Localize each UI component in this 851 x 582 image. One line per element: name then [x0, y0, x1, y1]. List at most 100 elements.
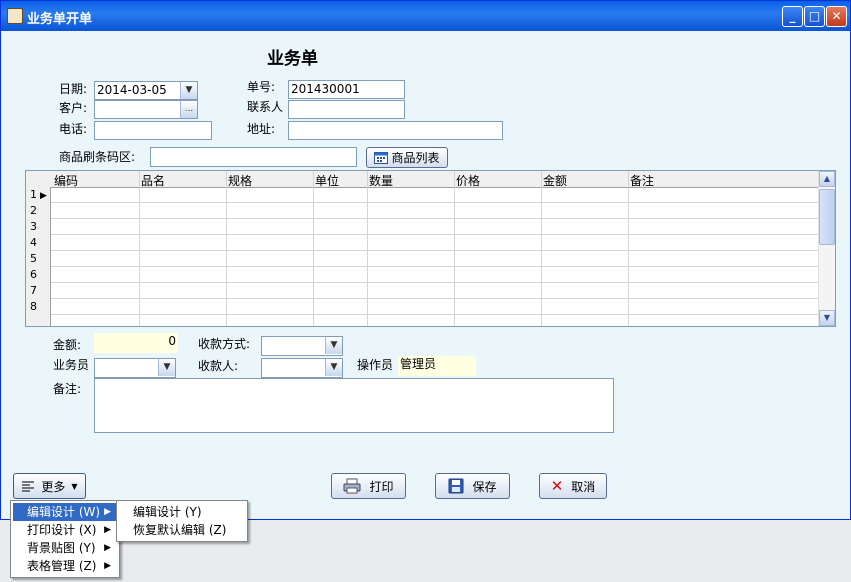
table-row[interactable]: 4: [26, 235, 821, 251]
chevron-down-icon[interactable]: ▼: [325, 337, 342, 354]
grid-scrollbar[interactable]: ▲ ▼: [818, 171, 835, 326]
chevron-down-icon[interactable]: ▼: [180, 82, 197, 99]
title-bar[interactable]: 业务单开单 _ □ ✕: [1, 1, 850, 31]
phone-label: 电话:: [59, 122, 88, 136]
calendar-icon: [374, 152, 389, 164]
chevron-down-icon[interactable]: ▼: [325, 359, 342, 376]
chevron-right-icon: ▶: [104, 561, 111, 571]
menu-item-print-design[interactable]: 打印设计 (X) ▶: [13, 521, 117, 539]
more-label: 更多: [41, 479, 66, 494]
note-label: 备注:: [53, 382, 82, 396]
cancel-button[interactable]: ✕ 取消: [539, 473, 607, 499]
menu-item-label: 背景贴图 (Y): [27, 541, 96, 555]
payee-label: 收款人:: [198, 359, 239, 373]
chevron-right-icon: ▶: [104, 543, 111, 553]
close-button[interactable]: ✕: [826, 6, 847, 27]
menu-item-background[interactable]: 背景贴图 (Y) ▶: [13, 539, 117, 557]
note-textarea[interactable]: [94, 378, 614, 433]
form-area: 业务单 日期: 2014-03-05 ▼ 单号: 201430001 客户: .…: [4, 31, 847, 518]
menu-item-label: 打印设计 (X): [27, 523, 97, 537]
table-row[interactable]: [26, 315, 821, 326]
operator-value: 管理员: [398, 356, 476, 376]
current-row-marker: ▶: [40, 191, 47, 201]
row-number: 7: [26, 283, 51, 299]
scroll-up-icon[interactable]: ▲: [819, 171, 835, 187]
submenu-item-restore-default[interactable]: 恢复默认编辑 (Z): [119, 521, 245, 539]
barcode-scan-input[interactable]: [150, 147, 357, 167]
chevron-right-icon: ▶: [104, 525, 111, 535]
browse-customer-button[interactable]: ...: [180, 101, 197, 118]
product-list-label: 商品列表: [391, 151, 440, 165]
table-row[interactable]: 3: [26, 219, 821, 235]
payee-select[interactable]: ▼: [261, 358, 343, 378]
date-value: 2014-03-05: [97, 83, 167, 97]
items-grid[interactable]: 编码 品名 规格 单位 数量 价格 金额 备注 1▶ 2 3 4 5 6 7: [25, 170, 836, 327]
product-list-button[interactable]: 商品列表: [366, 147, 448, 168]
table-row[interactable]: 1 ▶: [26, 187, 821, 203]
payment-method-label: 收款方式:: [198, 337, 251, 351]
table-row[interactable]: 2: [26, 203, 821, 219]
submenu-item-label: 编辑设计 (Y): [133, 505, 202, 519]
operator-label: 操作员: [357, 358, 394, 372]
payment-method-select[interactable]: ▼: [261, 336, 343, 356]
amount-label: 金额:: [53, 338, 82, 352]
more-menu: 编辑设计 (W) ▶ 打印设计 (X) ▶ 背景贴图 (Y) ▶ 表格管理 (Z) ▶: [10, 500, 120, 578]
cancel-label: 取消: [571, 479, 596, 494]
submenu-item-label: 恢复默认编辑 (Z): [133, 523, 227, 537]
maximize-button[interactable]: □: [804, 6, 825, 27]
scan-label: 商品刷条码区:: [59, 150, 136, 164]
row-number: 2: [26, 203, 51, 219]
menu-lines-icon: [22, 481, 35, 492]
main-window: 业务单开单 _ □ ✕ 业务单 日期: 2014-03-05 ▼ 单号: 201…: [0, 0, 851, 520]
order-no-value: 201430001: [291, 82, 360, 96]
address-field[interactable]: [288, 121, 503, 140]
row-number: 8: [26, 299, 51, 315]
table-row[interactable]: 8: [26, 299, 821, 315]
date-picker[interactable]: 2014-03-05 ▼: [94, 81, 198, 100]
print-button[interactable]: 打印: [331, 473, 406, 499]
minimize-button[interactable]: _: [782, 6, 803, 27]
row-number: 6: [26, 267, 51, 283]
row-number: 1 ▶: [26, 187, 51, 203]
contact-field[interactable]: [288, 100, 405, 119]
save-label: 保存: [472, 479, 497, 494]
customer-field[interactable]: ...: [94, 100, 198, 119]
more-button[interactable]: 更多 ▼: [13, 473, 86, 499]
table-row[interactable]: 7: [26, 283, 821, 299]
chevron-down-icon: ▼: [71, 481, 78, 491]
close-icon: ✕: [550, 477, 564, 495]
order-no-label: 单号:: [247, 80, 276, 94]
amount-value: 0: [94, 333, 178, 353]
menu-item-edit-design[interactable]: 编辑设计 (W) ▶: [13, 503, 117, 521]
submenu-item-edit-design[interactable]: 编辑设计 (Y): [119, 503, 245, 521]
table-row[interactable]: 5: [26, 251, 821, 267]
salesperson-label: 业务员: [53, 358, 90, 372]
contact-label: 联系人: [247, 100, 284, 114]
row-number: 3: [26, 219, 51, 235]
edit-design-submenu: 编辑设计 (Y) 恢复默认编辑 (Z): [116, 500, 248, 542]
menu-item-label: 表格管理 (Z): [27, 559, 97, 573]
chevron-right-icon: ▶: [104, 507, 111, 517]
app-icon: [7, 8, 23, 24]
row-number: 5: [26, 251, 51, 267]
menu-item-table-manage[interactable]: 表格管理 (Z) ▶: [13, 557, 117, 575]
printer-icon: [343, 478, 361, 494]
page-title: 业务单: [267, 49, 318, 69]
table-row[interactable]: 6: [26, 267, 821, 283]
phone-field[interactable]: [94, 121, 212, 140]
save-button[interactable]: 保存: [435, 473, 510, 499]
window-title: 业务单开单: [27, 12, 93, 27]
customer-label: 客户:: [59, 101, 88, 115]
grid-header: 编码 品名 规格 单位 数量 价格 金额 备注: [26, 171, 821, 188]
print-label: 打印: [369, 479, 394, 494]
order-no-field[interactable]: 201430001: [288, 80, 405, 99]
scroll-down-icon[interactable]: ▼: [819, 310, 835, 326]
scroll-thumb[interactable]: [819, 189, 835, 245]
salesperson-select[interactable]: ▼: [94, 358, 176, 378]
floppy-disk-icon: [448, 478, 464, 494]
menu-item-label: 编辑设计 (W): [27, 505, 101, 519]
address-label: 地址:: [247, 122, 276, 136]
date-label: 日期:: [59, 82, 88, 96]
chevron-down-icon[interactable]: ▼: [158, 359, 175, 376]
row-number: 4: [26, 235, 51, 251]
